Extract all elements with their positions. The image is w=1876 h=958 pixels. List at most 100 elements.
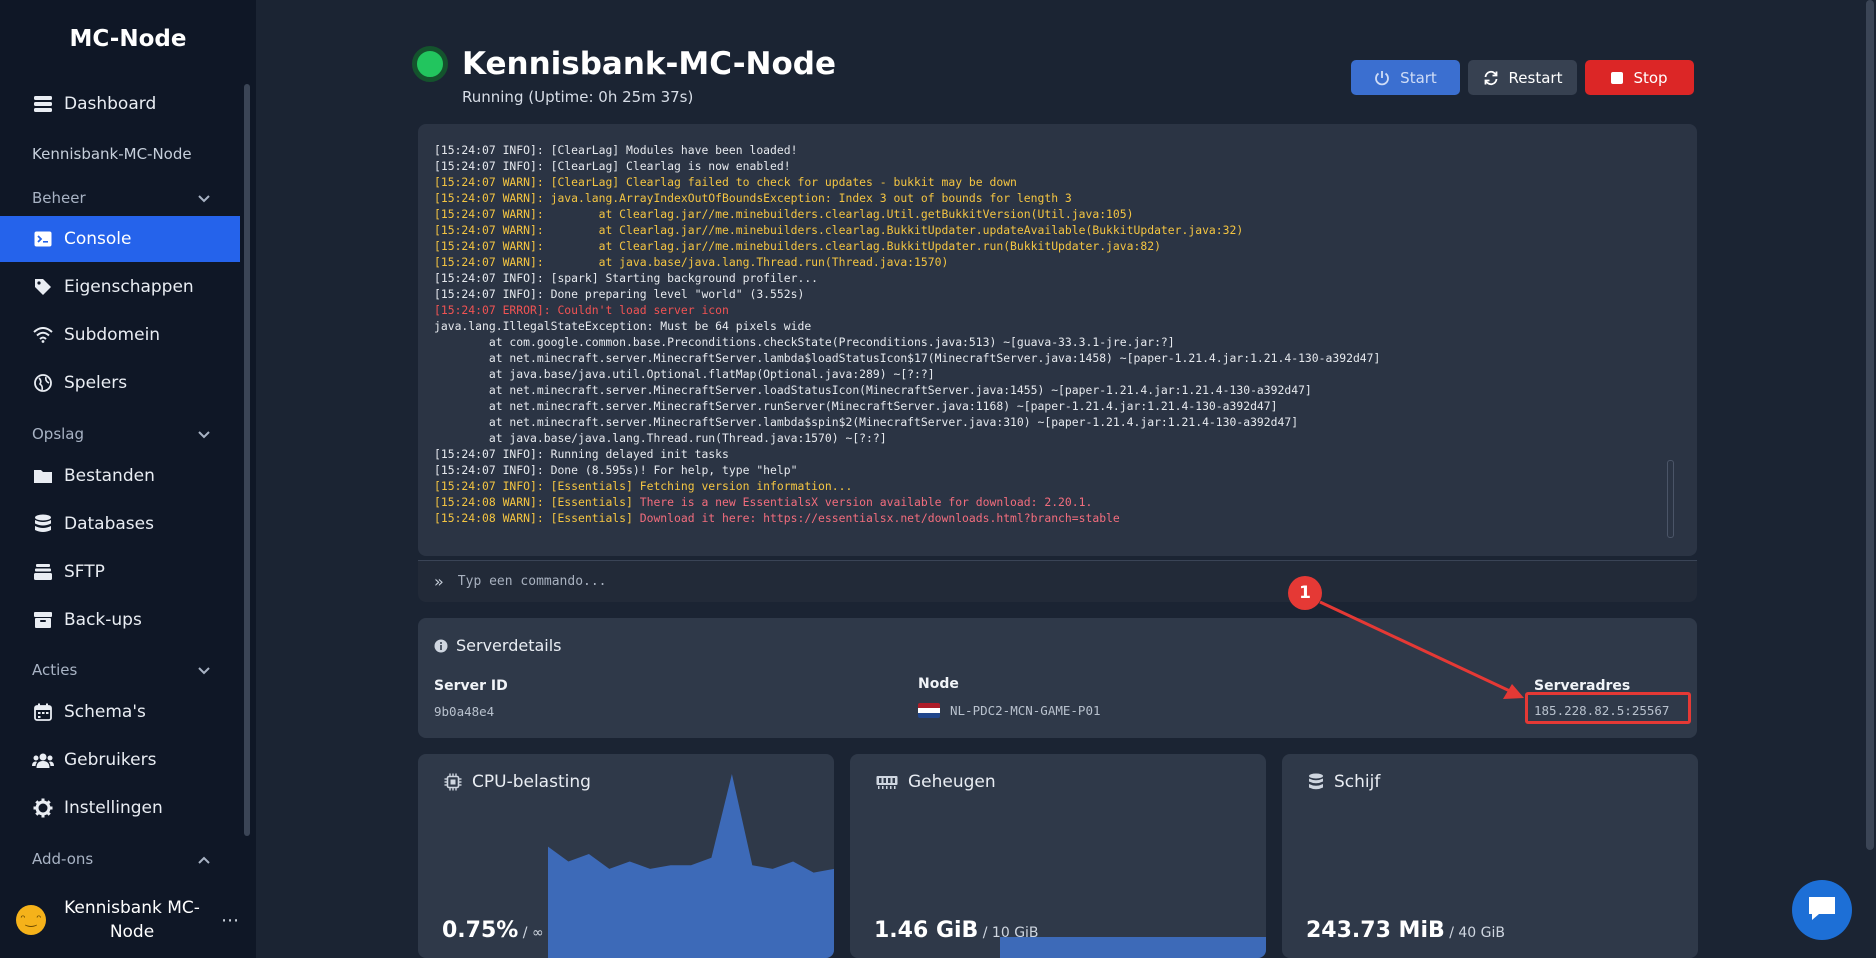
sidebar-server-name: Kennisbank-MC-Node [32,145,192,163]
avatar: ᵔ‿ᵔ [16,905,46,935]
console-output[interactable]: [15:24:07 INFO]: [ClearLag] Modules have… [418,124,1697,556]
console-line: [15:24:07 INFO]: Running delayed init ta… [434,447,729,461]
sidebar-item-instellingen[interactable]: Instellingen [0,785,240,831]
power-icon [1374,70,1390,86]
console-line-prefix: [15:24:08 WARN]: [Essentials] [434,495,640,509]
server-id-value[interactable]: 9b0a48e4 [434,704,494,719]
sidebar-scrollbar[interactable] [244,84,250,836]
users-icon [32,749,54,771]
archive-icon [32,609,54,631]
group-label: Add-ons [32,850,94,868]
console-line: [15:24:07 WARN]: java.lang.ArrayIndexOut… [434,191,1072,205]
command-input[interactable] [457,574,1638,589]
sidebar-item-bestanden[interactable]: Bestanden [0,453,240,499]
server-id-label: Server ID [434,678,508,694]
chevron-down-icon [198,661,210,679]
memory-value-text: 1.46 GiB [874,918,979,943]
tag-icon [32,276,54,298]
sidebar-group-beheer[interactable]: Beheer [32,189,210,207]
memory-card: Geheugen 1.46 GiB / 10 GiB [850,754,1266,958]
disk-card: Schijf 243.73 MiB / 40 GiB [1282,754,1698,958]
memory-title-text: Geheugen [908,772,996,792]
sidebar-item-label: Subdomein [64,325,161,345]
sidebar-item-label: Gebruikers [64,750,157,770]
sidebar-item-label: Spelers [64,373,128,393]
console-line: [15:24:07 WARN]: at Clearlag.jar//me.min… [434,223,1244,237]
page-scrollbar[interactable] [1866,0,1874,850]
sidebar-item-console[interactable]: Console [0,216,240,262]
console-line: [15:24:07 WARN]: [ClearLag] Clearlag fai… [434,175,1017,189]
console-line: [15:24:07 WARN]: at Clearlag.jar//me.min… [434,207,1134,221]
console-line: [15:24:07 INFO]: [ClearLag] Modules have… [434,143,798,157]
sidebar-item-label: Schema's [64,702,146,722]
sidebar-group-addons[interactable]: Add-ons [32,850,210,868]
console-line-text: There is a new EssentialsX version avail… [639,495,1093,509]
chevron-down-icon [198,425,210,443]
more-options-icon[interactable]: ⋯ [218,910,242,931]
cpu-value-text: 0.75% [442,918,519,943]
memory-icon [876,775,898,789]
folder-icon [32,465,54,487]
sidebar-item-gebruikers[interactable]: Gebruikers [0,737,240,783]
brand-logo-text[interactable]: MC-Node [0,26,256,52]
command-bar: » [418,560,1697,602]
console-line: [15:24:07 INFO]: Done preparing level "w… [434,287,805,301]
console-line: at net.minecraft.server.MinecraftServer.… [434,399,1278,413]
cpu-value: 0.75% / ∞ [442,918,544,943]
console-line: [15:24:08 WARN]: [Essentials] There is a… [434,494,1681,510]
console-line: java.lang.IllegalStateException: Must be… [434,319,812,333]
database-icon [1308,773,1324,791]
terminal-icon [32,228,54,250]
netherlands-flag-icon [918,703,940,718]
console-line: at com.google.common.base.Preconditions.… [434,335,1175,349]
page-title: Kennisbank-MC-Node [462,46,837,82]
console-line-text: Download it here: https://essentialsx.ne… [639,511,1120,525]
refresh-icon [1483,70,1499,86]
memory-limit-text: / 10 GiB [978,925,1039,941]
details-title-text: Serverdetails [456,636,562,655]
sidebar-item-label: Dashboard [64,94,157,114]
sidebar-group-acties[interactable]: Acties [32,661,210,679]
sidebar-item-label: Eigenschappen [64,277,194,297]
gear-icon [32,797,54,819]
console-line: at net.minecraft.server.MinecraftServer.… [434,351,1381,365]
user-menu[interactable]: ᵔ‿ᵔ Kennisbank MC- Node ⋯ [16,896,242,944]
chat-button[interactable] [1792,880,1852,940]
restart-button[interactable]: Restart [1468,60,1577,95]
sidebar-item-spelers[interactable]: Spelers [0,360,240,406]
sidebar-item-schemas[interactable]: Schema's [0,689,240,735]
stop-button[interactable]: Stop [1585,60,1694,95]
sidebar-item-dashboard[interactable]: Dashboard [0,81,240,127]
sidebar-item-label: Back-ups [64,610,142,630]
database-icon [32,513,54,535]
console-line: [15:24:08 WARN]: [Essentials] Download i… [434,510,1681,526]
cpu-card-title: CPU-belasting [444,772,591,792]
start-button[interactable]: Start [1351,60,1460,95]
sidebar-item-subdomein[interactable]: Subdomein [0,312,240,358]
console-line-prefix: [15:24:07 INFO]: [Essentials] [434,479,640,493]
console-scrollbar[interactable] [1667,460,1674,538]
sidebar-group-opslag[interactable]: Opslag [32,425,210,443]
cpu-area-series [548,774,834,958]
user-name: Kennisbank MC- Node [46,896,218,944]
disk-value: 243.73 MiB / 40 GiB [1306,918,1505,943]
stop-label: Stop [1633,68,1668,87]
memory-card-title: Geheugen [876,772,996,792]
start-label: Start [1400,68,1437,87]
node-label: Node [918,676,959,692]
info-icon [434,639,448,653]
sidebar-item-eigenschappen[interactable]: Eigenschappen [0,264,240,310]
sidebar-item-label: Console [64,229,132,249]
highlight-box [1525,692,1691,724]
sidebar-item-sftp[interactable]: SFTP [0,549,240,595]
chevron-down-icon [198,189,210,207]
disk-title-text: Schijf [1334,772,1381,792]
console-line: at net.minecraft.server.MinecraftServer.… [434,383,1312,397]
sidebar-item-backups[interactable]: Back-ups [0,597,240,643]
group-label: Acties [32,661,78,679]
group-label: Beheer [32,189,86,207]
user-name-line: Node [109,922,155,942]
sidebar-item-databases[interactable]: Databases [0,501,240,547]
restart-label: Restart [1508,68,1563,87]
cpu-chip-icon [444,773,462,791]
